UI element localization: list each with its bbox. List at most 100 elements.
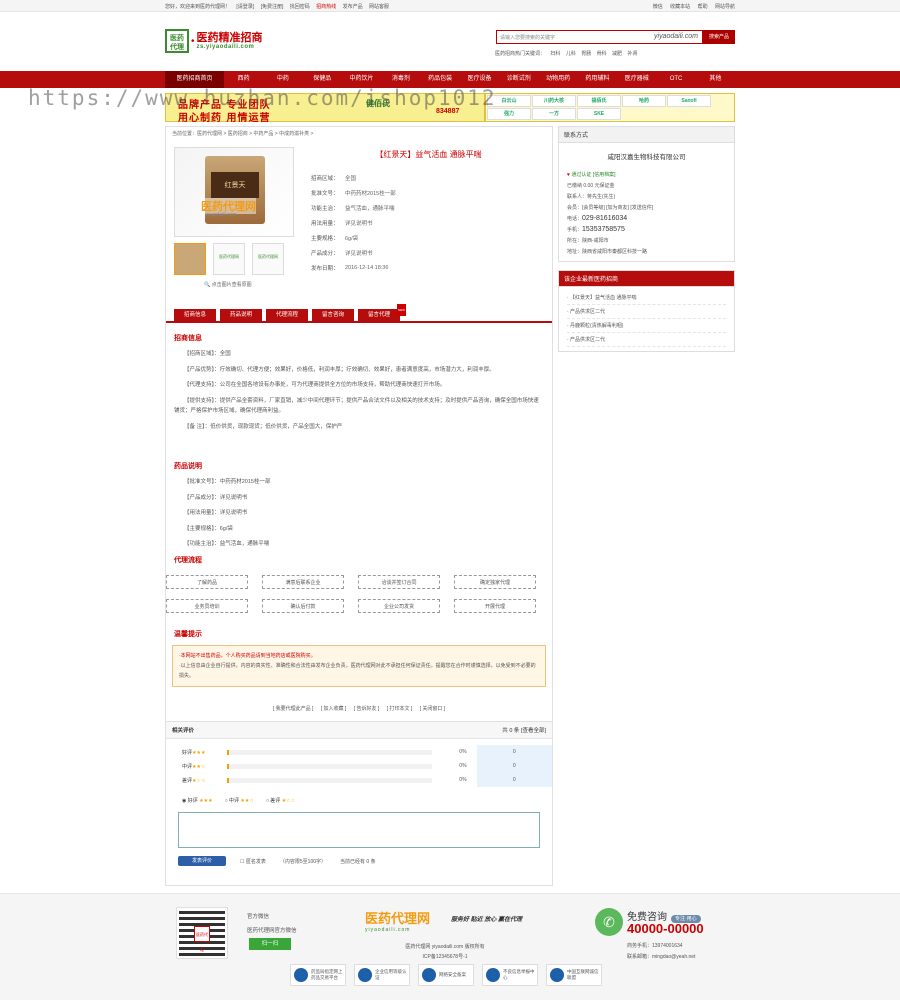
zoom-link[interactable]: 🔍 点击图片查看原图 bbox=[174, 281, 294, 288]
product-main-image[interactable]: 红景天 医药代理网 yiyaodaili.com bbox=[174, 147, 294, 237]
nav-item[interactable]: 医药招商首页 bbox=[165, 71, 224, 88]
trust-badge[interactable]: 企业信用等级认证 bbox=[354, 964, 410, 986]
site-logo[interactable]: 医药 代理 • 医药精准招商 zs.yiyaodaili.com bbox=[165, 29, 263, 53]
trust-badge[interactable]: 药监局指定网上药品交易平台 bbox=[290, 964, 346, 986]
product-thumb[interactable]: 医药代理网 bbox=[213, 243, 245, 275]
product-title: 【红景天】益气活血 通脉平喘 bbox=[375, 150, 482, 159]
wechat-info: 官方微信 医药代理网官方微信 bbox=[247, 914, 297, 934]
nav-item[interactable]: 消毒剂 bbox=[381, 71, 420, 88]
publish-link[interactable]: 发布产品 bbox=[343, 4, 363, 10]
sitemap-link[interactable]: 网站导航 bbox=[715, 4, 735, 10]
trust-badge[interactable]: 网络安全备案 bbox=[418, 964, 474, 986]
latest-product-item[interactable]: · 丹鹿颗粒(清热解毒利咽) bbox=[567, 319, 726, 333]
latest-product-item[interactable]: · 【红景天】益气活血 通脉平喘 bbox=[567, 291, 726, 305]
banner-brand-logo[interactable]: 一方 bbox=[532, 108, 576, 120]
nav-item[interactable]: 药品包装 bbox=[421, 71, 460, 88]
favorite-link[interactable]: [ 加入收藏 ] bbox=[321, 706, 347, 712]
close-link[interactable]: [ 关闭窗口 ] bbox=[420, 706, 446, 712]
banner-brand-logo[interactable]: 福佰氏 bbox=[577, 95, 621, 107]
tab-agent-flow[interactable]: 代理流程 bbox=[266, 309, 308, 321]
hotline-number[interactable]: 40000-00000 bbox=[627, 921, 704, 936]
logo-subtitle: zs.yiyaodaili.com bbox=[196, 44, 255, 50]
nav-item[interactable]: 动物用药 bbox=[538, 71, 577, 88]
product-thumb[interactable] bbox=[174, 243, 206, 275]
tab-drug-desc[interactable]: 药品说明 bbox=[220, 309, 262, 321]
paragraph: 【主要规格】：6g/袋 bbox=[184, 525, 233, 532]
nav-item[interactable]: 西药 bbox=[224, 71, 263, 88]
badge-label: 中国互联网诚信联盟 bbox=[567, 969, 599, 980]
nav-item[interactable]: 医疗设备 bbox=[460, 71, 499, 88]
favorite-link[interactable]: 收藏本站 bbox=[670, 4, 690, 10]
hot-keyword[interactable]: 减肥 bbox=[612, 51, 622, 57]
register-link[interactable]: [免费注册] bbox=[261, 4, 284, 10]
print-link[interactable]: [ 打印本文 ] bbox=[387, 706, 413, 712]
forgot-link[interactable]: 找回密码 bbox=[290, 4, 310, 10]
submit-review-button[interactable]: 发表评价 bbox=[178, 856, 226, 866]
nav-item[interactable]: 药用辅料 bbox=[578, 71, 617, 88]
contact-email[interactable]: 联系邮箱：mingdao@yeah.net bbox=[627, 952, 695, 963]
latest-product-item[interactable]: · 产品供求区二代 bbox=[567, 333, 726, 347]
nav-item[interactable]: 中药饮片 bbox=[342, 71, 381, 88]
search-button[interactable]: 搜索产品 bbox=[703, 30, 735, 44]
banner-ad-main[interactable]: 品牌产品 专业团队 用心制药 用情运营 健佰氏 834887 bbox=[165, 93, 485, 124]
footer-slogan: 服务好 贴近 放心 赢在代理 bbox=[451, 917, 523, 923]
nav-item[interactable]: 中药 bbox=[263, 71, 302, 88]
hot-keyword[interactable]: 儿科 bbox=[566, 51, 576, 57]
banner-brand-logo[interactable]: Sanofi bbox=[667, 95, 711, 107]
member-links[interactable]: 会员：[会员等级] [加为商友] [发送信件] bbox=[559, 202, 734, 213]
flow-step: 洽谈并签订合同 bbox=[358, 575, 440, 589]
hot-keyword[interactable]: 妇科 bbox=[550, 51, 560, 57]
trust-badge[interactable]: 中国互联网诚信联盟 bbox=[546, 964, 602, 986]
banner-brand-logo[interactable]: 哈药 bbox=[622, 95, 666, 107]
anonymous-checkbox[interactable]: ☐ 匿名发表 bbox=[240, 858, 266, 865]
trust-badge[interactable]: 不良信息举报中心 bbox=[482, 964, 538, 986]
star-icon: ★★☆ bbox=[192, 763, 206, 770]
company-name[interactable]: 咸阳汉嘉生物科技有限公司 bbox=[559, 151, 734, 161]
nav-item[interactable]: 其他 bbox=[696, 71, 735, 88]
help-link[interactable]: 帮助 bbox=[698, 4, 708, 10]
hot-keyword[interactable]: 胃肠 bbox=[581, 51, 591, 57]
rating-radio[interactable]: ◉ 好评 ★★★ bbox=[182, 797, 213, 804]
info-label: 产品成分： bbox=[311, 250, 339, 257]
footer-logo[interactable]: 医药代理网 yiyaodaili.com 服务好 贴近 放心 赢在代理 bbox=[365, 908, 522, 933]
banner-brand-logo[interactable]: 强力 bbox=[487, 108, 531, 120]
service-link[interactable]: 网站客服 bbox=[369, 4, 389, 10]
agent-link[interactable]: [ 我要代理此产品 ] bbox=[273, 706, 314, 712]
product-thumb[interactable]: 医药代理网 bbox=[252, 243, 284, 275]
badge-icon bbox=[358, 968, 372, 982]
latest-products-title: 该企业最新医药招商 bbox=[559, 271, 734, 287]
share-link[interactable]: [ 告诉好友 ] bbox=[354, 706, 380, 712]
banner-brand-logo[interactable]: SKE bbox=[577, 108, 621, 120]
review-summary[interactable]: 共 0 条 [查看全部] bbox=[502, 726, 546, 734]
info-row: 用法用量： 详见说明书 bbox=[311, 215, 546, 230]
rating-label: 中评★★☆ bbox=[182, 763, 206, 770]
rating-percent: 0% bbox=[459, 749, 467, 755]
login-link[interactable]: [请登录] bbox=[236, 4, 254, 10]
search-input[interactable]: 请输入您要搜索的关键字 yiyaodaili.com bbox=[496, 30, 703, 44]
tab-invest-info[interactable]: 招商信息 bbox=[174, 309, 216, 321]
star-icon: ★☆☆ bbox=[281, 798, 296, 804]
review-textarea[interactable] bbox=[178, 812, 540, 848]
info-label: 招商区域： bbox=[311, 175, 339, 182]
hot-keyword[interactable]: 补肾 bbox=[627, 51, 637, 57]
info-value: 中药药材2015桂一部 bbox=[345, 190, 396, 197]
hot-keywords: 医药招商热门关键词： 妇科 儿科 胃肠 骨科 减肥 补肾 bbox=[495, 51, 638, 57]
info-row: 发布日期： 2016-12-14 18:36 bbox=[311, 260, 546, 275]
nav-item[interactable]: 诊断试剂 bbox=[499, 71, 538, 88]
banner-brand-logo[interactable]: 川药大核 bbox=[532, 95, 576, 107]
tab-message-agent[interactable]: 留言代理 NEW bbox=[358, 304, 406, 321]
wechat-link[interactable]: 微信 bbox=[653, 4, 663, 10]
scan-button[interactable]: 扫一扫 bbox=[249, 938, 291, 950]
hotline-link[interactable]: 招商热线 bbox=[316, 4, 336, 10]
banner-brand-logo[interactable]: 白云山 bbox=[487, 95, 531, 107]
rating-radio[interactable]: ○ 中评 ★★☆ bbox=[225, 797, 254, 804]
hot-keyword[interactable]: 骨科 bbox=[597, 51, 607, 57]
nav-item[interactable]: OTC bbox=[656, 71, 695, 88]
nav-item[interactable]: 医疗器械 bbox=[617, 71, 656, 88]
flow-step: 确定独家代理 bbox=[454, 575, 536, 589]
notice-section: 温馨提示 ·本网站不出售药品，个人购买药品请到当地药店或医院购买。 ·以上信息由… bbox=[166, 623, 552, 687]
tab-message[interactable]: 留言咨询 bbox=[312, 309, 354, 321]
rating-radio[interactable]: ○ 差评 ★☆☆ bbox=[266, 797, 295, 804]
latest-product-item[interactable]: · 产品供求区二代 bbox=[567, 305, 726, 319]
nav-item[interactable]: 保健品 bbox=[303, 71, 342, 88]
